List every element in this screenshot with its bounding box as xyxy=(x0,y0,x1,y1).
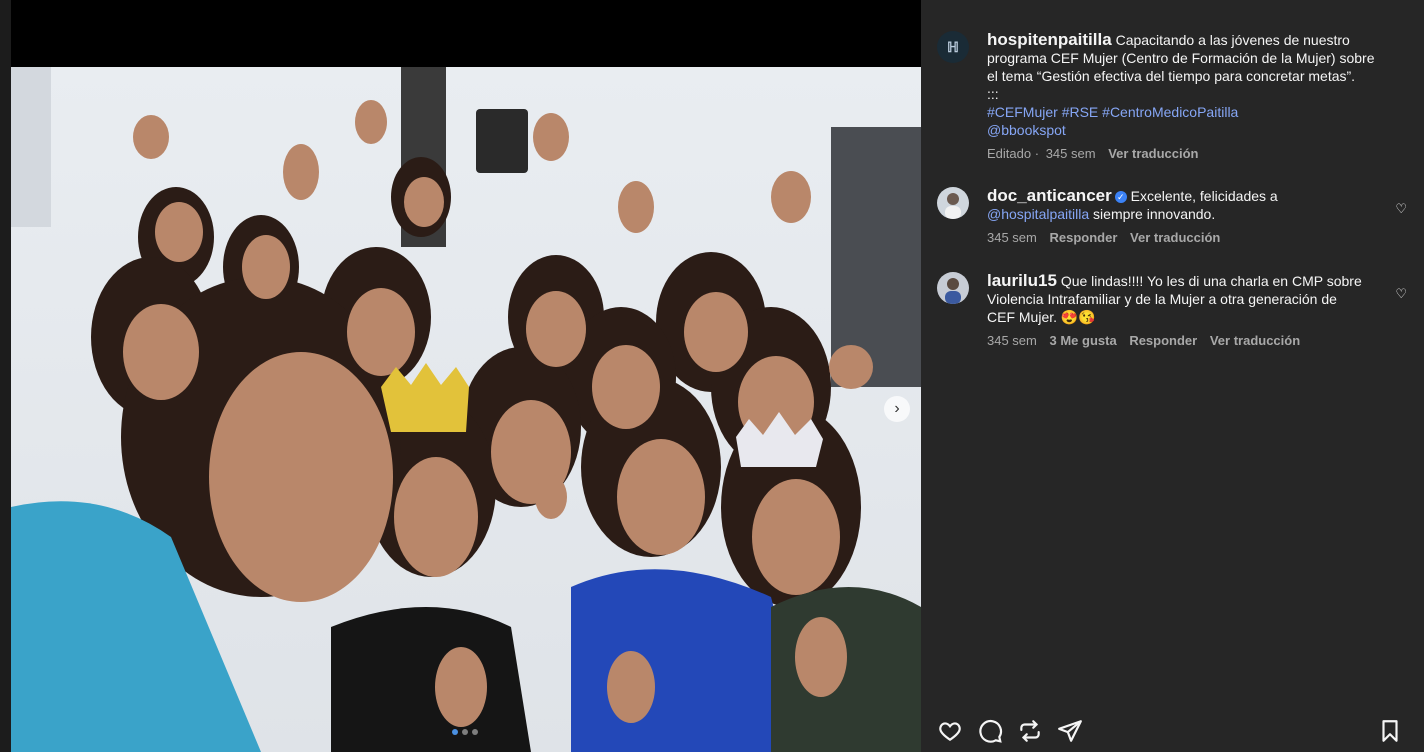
comment-text: CEF Mujer. 😍😘 xyxy=(987,309,1096,325)
carousel-dot xyxy=(452,729,458,735)
post-caption: ℍ hospitenpaitilla Capacitando a las jóv… xyxy=(937,31,1407,163)
mention-link[interactable]: @bbookspot xyxy=(987,121,1387,139)
comment-time[interactable]: 345 sem xyxy=(987,230,1037,245)
comment-text: Excelente, felicidades a xyxy=(1130,188,1278,204)
hospital-logo-icon: ℍ xyxy=(947,38,959,55)
person-avatar-icon xyxy=(945,278,961,304)
like-comment-heart-icon[interactable]: ♡ xyxy=(1395,201,1407,217)
window-edge xyxy=(0,0,11,752)
reply-button[interactable]: Responder xyxy=(1050,230,1118,245)
translate-button[interactable]: Ver traducción xyxy=(1130,230,1220,245)
comment: doc_anticancer ✓ Excelente, felicidades a… xyxy=(937,187,1407,247)
comment-text: siempre innovando. xyxy=(1089,206,1216,222)
commenter-avatar[interactable] xyxy=(937,187,969,219)
likes-count[interactable]: 3 Me gusta xyxy=(1050,333,1117,348)
comment: laurilu15 Que lindas!!!! Yo les di una c… xyxy=(937,272,1407,350)
edited-label: Editado · xyxy=(987,146,1040,161)
translate-button[interactable]: Ver traducción xyxy=(1210,333,1300,348)
author-username[interactable]: hospitenpaitilla xyxy=(987,30,1112,49)
reply-button[interactable]: Responder xyxy=(1129,333,1197,348)
caption-text: Capacitando a las jóvenes de nuestro xyxy=(1115,32,1350,48)
hashtag-link[interactable]: #CentroMedicoPaitilla xyxy=(1102,104,1238,120)
carousel-indicator xyxy=(452,729,478,735)
comment-time[interactable]: 345 sem xyxy=(987,333,1037,348)
post-time[interactable]: 345 sem xyxy=(1046,146,1096,161)
like-comment-heart-icon[interactable]: ♡ xyxy=(1395,286,1407,302)
carousel-dot xyxy=(472,729,478,735)
post-action-bar xyxy=(937,718,1407,746)
commenter-username[interactable]: laurilu15 xyxy=(987,271,1057,290)
verified-badge-icon: ✓ xyxy=(1114,191,1127,203)
comment-text: Que lindas!!!! Yo les di una charla en C… xyxy=(1060,273,1362,289)
chevron-right-icon: › xyxy=(894,400,900,417)
post-media: › xyxy=(11,0,921,752)
commenter-username[interactable]: doc_anticancer xyxy=(987,186,1112,205)
send-icon[interactable] xyxy=(1057,718,1083,744)
hashtag-link[interactable]: #RSE xyxy=(1062,104,1099,120)
heart-icon[interactable] xyxy=(937,718,963,744)
mention-link[interactable]: @hospitalpaitilla xyxy=(987,206,1089,222)
author-avatar[interactable]: ℍ xyxy=(937,31,969,63)
group-selfie-photo xyxy=(11,67,921,752)
translate-button[interactable]: Ver traducción xyxy=(1108,146,1198,161)
carousel-next-button[interactable]: › xyxy=(884,396,910,422)
comment-icon[interactable] xyxy=(977,718,1003,744)
bookmark-icon[interactable] xyxy=(1377,718,1403,744)
comment-text: Violencia Intrafamiliar y de la Mujer a … xyxy=(987,291,1337,307)
hashtag-link[interactable]: #CEFMujer xyxy=(987,104,1058,120)
commenter-avatar[interactable] xyxy=(937,272,969,304)
caption-text: programa CEF Mujer (Centro de Formación … xyxy=(987,50,1375,66)
carousel-dot xyxy=(462,729,468,735)
post-side-panel: ℍ hospitenpaitilla Capacitando a las jóv… xyxy=(921,0,1424,752)
repost-icon[interactable] xyxy=(1017,718,1043,744)
caption-text: ::: xyxy=(987,86,999,102)
person-avatar-icon xyxy=(945,193,961,219)
caption-text: el tema “Gestión efectiva del tiempo par… xyxy=(987,68,1356,84)
